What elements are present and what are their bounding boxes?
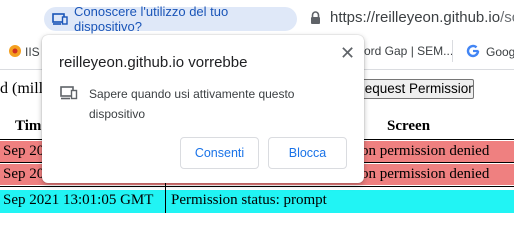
permission-dialog: reilleyeon.github.io vorrebbe ✕ Sapere q…	[42, 35, 364, 183]
bookmark-iis[interactable]: IIS	[8, 44, 40, 59]
device-usage-icon	[60, 86, 78, 100]
row-status: Permission status: prompt	[171, 192, 327, 208]
permission-chip-label: Conoscere l'utilizzo del tuo dispositivo…	[74, 4, 229, 34]
address-bar: Conoscere l'utilizzo del tuo dispositivo…	[0, 0, 514, 36]
bookmark-gap-label: ord Gap | SEM...	[364, 44, 454, 58]
close-icon[interactable]: ✕	[340, 43, 355, 64]
bookmark-iis-label: IIS	[25, 45, 40, 59]
header-screen: Screen	[387, 118, 431, 134]
url-path: /scra	[500, 9, 514, 26]
iis-favicon-icon	[9, 45, 21, 57]
permission-description: Sapere quando usi attivamente questo dis…	[89, 87, 295, 121]
table-divider	[0, 186, 514, 187]
table-row: Sep 2021 13:01:05 GMT Permission status:…	[0, 190, 514, 213]
bookmark-google[interactable]: Goog	[466, 44, 514, 59]
url-text[interactable]: https://reilleyeon.github.io/scra	[330, 9, 514, 26]
device-usage-icon	[52, 13, 68, 25]
bookmark-gap[interactable]: ord Gap | SEM...	[364, 44, 453, 58]
row-status: on permission denied	[361, 166, 490, 182]
lock-icon[interactable]	[310, 11, 321, 24]
dialog-title: reilleyeon.github.io vorrebbe	[59, 54, 248, 71]
row-status: on permission denied	[361, 143, 490, 159]
block-button[interactable]: Blocca	[268, 137, 347, 169]
request-permission-button[interactable]: Request Permission	[346, 79, 474, 99]
bookmark-divider	[452, 40, 453, 62]
google-g-icon	[466, 44, 480, 58]
row-time: Sep 2021 13:01:05 GMT	[3, 192, 154, 208]
url-host: https://reilleyeon.github.io	[330, 9, 501, 26]
allow-button[interactable]: Consenti	[180, 137, 259, 169]
permission-chip[interactable]: Conoscere l'utilizzo del tuo dispositivo…	[44, 4, 297, 34]
bookmark-google-label: Goog	[486, 45, 514, 59]
page-paragraph: d (mill	[0, 80, 44, 97]
